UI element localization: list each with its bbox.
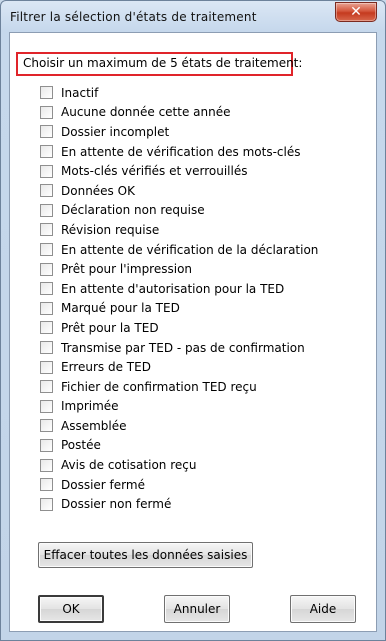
status-checkbox[interactable] <box>40 184 53 198</box>
status-option[interactable]: Dossier fermé <box>40 475 318 495</box>
dialog-content: Choisir un maximum de 5 états de traitem… <box>9 32 377 632</box>
help-button[interactable]: Aide <box>290 595 356 623</box>
status-option[interactable]: Marqué pour la TED <box>40 299 318 319</box>
status-option[interactable]: Révision requise <box>40 220 318 240</box>
dialog-window: Filtrer la sélection d'états de traiteme… <box>0 0 386 641</box>
status-checkbox[interactable] <box>40 105 53 119</box>
status-checkbox[interactable] <box>40 223 53 237</box>
status-option-label: Prêt pour l'impression <box>61 262 193 277</box>
status-checkbox[interactable] <box>40 497 53 511</box>
status-checkbox[interactable] <box>40 203 53 217</box>
status-option-label: Marqué pour la TED <box>61 301 180 316</box>
status-option-label: Mots-clés vérifiés et verrouillés <box>61 164 248 179</box>
status-checkbox[interactable] <box>40 301 53 315</box>
status-checkbox[interactable] <box>40 164 53 178</box>
clear-all-button[interactable]: Effacer toutes les données saisies <box>38 542 253 568</box>
status-checkbox[interactable] <box>40 458 53 472</box>
status-checkbox[interactable] <box>40 399 53 413</box>
status-option-label: Aucune donnée cette année <box>61 105 231 120</box>
status-option[interactable]: Prêt pour la TED <box>40 318 318 338</box>
status-option[interactable]: Données OK <box>40 181 318 201</box>
status-option-label: Transmise par TED - pas de confirmation <box>61 340 305 355</box>
status-checkbox[interactable] <box>40 341 53 355</box>
status-checkbox[interactable] <box>40 243 53 257</box>
status-checkbox[interactable] <box>40 125 53 139</box>
status-option-label: Erreurs de TED <box>61 360 151 375</box>
close-button[interactable]: ✕ <box>335 2 377 22</box>
status-option[interactable]: Prêt pour l'impression <box>40 259 318 279</box>
ok-button[interactable]: OK <box>38 595 104 623</box>
status-checkbox[interactable] <box>40 86 53 100</box>
status-checkbox[interactable] <box>40 321 53 335</box>
status-option[interactable]: Dossier non fermé <box>40 494 318 514</box>
status-option[interactable]: Aucune donnée cette année <box>40 103 318 123</box>
status-checkbox-list: Inactif Aucune donnée cette année Dossier … <box>40 83 318 514</box>
status-option-label: Imprimée <box>61 399 119 414</box>
status-option-label: En attente d'autorisation pour la TED <box>61 281 285 296</box>
status-checkbox[interactable] <box>40 380 53 394</box>
status-option[interactable]: En attente de vérification des mots-clés <box>40 142 318 162</box>
instruction-label: Choisir un maximum de 5 états de traitem… <box>16 52 302 76</box>
status-checkbox[interactable] <box>40 282 53 296</box>
status-option-label: Assemblée <box>61 418 127 433</box>
status-option-label: Prêt pour la TED <box>61 320 159 335</box>
status-option[interactable]: Erreurs de TED <box>40 357 318 377</box>
status-checkbox[interactable] <box>40 360 53 374</box>
status-option[interactable]: Inactif <box>40 83 318 103</box>
status-option[interactable]: En attente de vérification de la déclara… <box>40 240 318 260</box>
status-option[interactable]: Postée <box>40 436 318 456</box>
status-option[interactable]: Assemblée <box>40 416 318 436</box>
status-option-label: Fichier de confirmation TED reçu <box>61 379 257 394</box>
cancel-button[interactable]: Annuler <box>164 595 230 623</box>
status-option-label: Avis de cotisation reçu <box>61 458 197 473</box>
status-option-label: Révision requise <box>61 222 160 237</box>
status-option-label: Données OK <box>61 183 135 198</box>
status-option-label: Dossier incomplet <box>61 124 170 139</box>
status-option[interactable]: Mots-clés vérifiés et verrouillés <box>40 161 318 181</box>
title-bar[interactable]: Filtrer la sélection d'états de traiteme… <box>1 1 385 31</box>
status-option-label: Postée <box>61 438 101 453</box>
status-option[interactable]: Déclaration non requise <box>40 201 318 221</box>
close-icon: ✕ <box>350 4 362 20</box>
window-title: Filtrer la sélection d'états de traiteme… <box>10 10 257 24</box>
status-checkbox[interactable] <box>40 262 53 276</box>
status-option-label: En attente de vérification de la déclara… <box>61 242 319 257</box>
status-option[interactable]: Fichier de confirmation TED reçu <box>40 377 318 397</box>
status-checkbox[interactable] <box>40 419 53 433</box>
status-option[interactable]: Transmise par TED - pas de confirmation <box>40 338 318 358</box>
status-option[interactable]: Dossier incomplet <box>40 122 318 142</box>
status-checkbox[interactable] <box>40 438 53 452</box>
status-option[interactable]: Avis de cotisation reçu <box>40 455 318 475</box>
status-option[interactable]: Imprimée <box>40 397 318 417</box>
status-option-label: Inactif <box>61 85 99 100</box>
status-option-label: En attente de vérification des mots-clés <box>61 144 301 159</box>
status-option-label: Dossier fermé <box>61 477 145 492</box>
status-checkbox[interactable] <box>40 478 53 492</box>
status-option[interactable]: En attente d'autorisation pour la TED <box>40 279 318 299</box>
status-option-label: Déclaration non requise <box>61 203 205 218</box>
status-option-label: Dossier non fermé <box>61 497 172 512</box>
status-checkbox[interactable] <box>40 145 53 159</box>
